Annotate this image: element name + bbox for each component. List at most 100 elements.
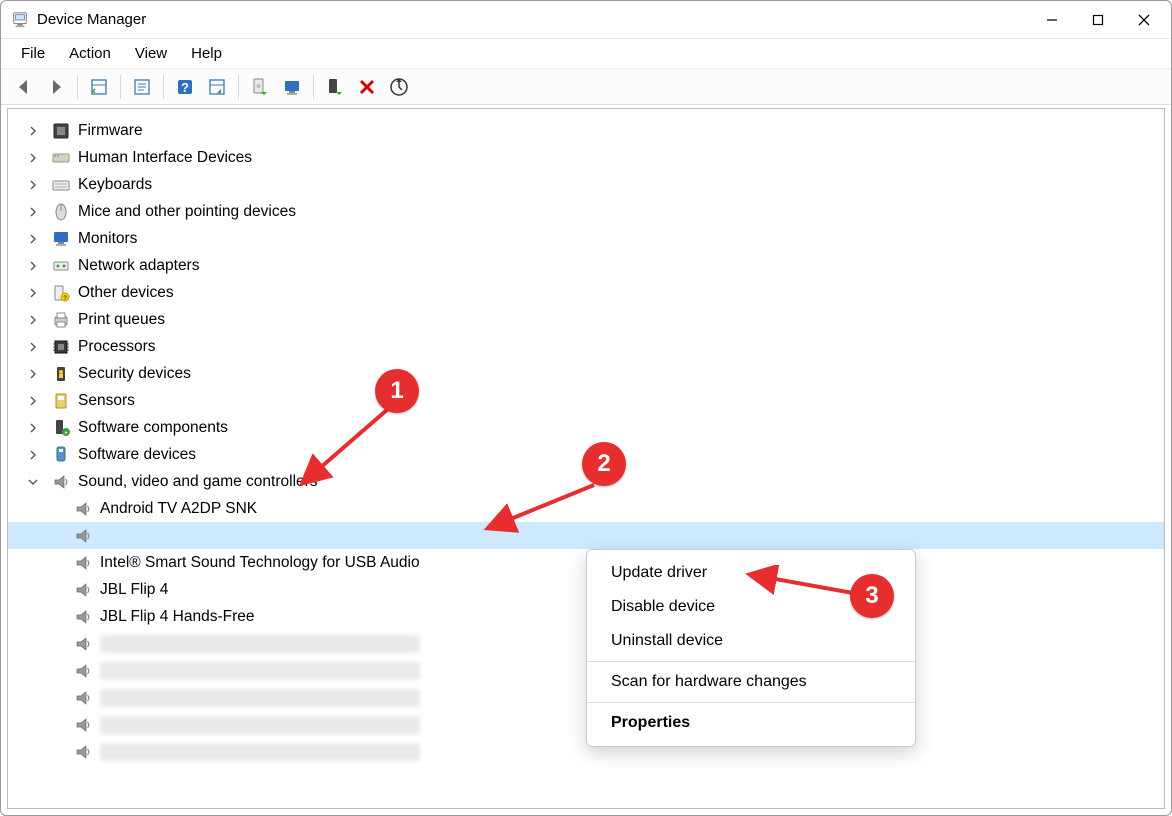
toolbar: ? [1,69,1171,105]
chevron-right-icon[interactable] [22,423,44,433]
context-menu-item[interactable]: Uninstall device [587,624,915,658]
chevron-right-icon[interactable] [22,261,44,271]
toolbar-back-button[interactable] [9,73,39,101]
keyboard-icon [50,174,72,196]
device-manager-window: Device Manager File Action View Help ? F… [0,0,1172,816]
device-category[interactable]: Firmware [8,117,1164,144]
toolbar-update-driver-button[interactable] [245,73,275,101]
speaker-icon [72,741,94,763]
menu-view[interactable]: View [125,41,177,66]
toolbar-help-button[interactable]: ? [170,73,200,101]
monitor-icon [50,228,72,250]
chevron-right-icon[interactable] [22,126,44,136]
printer-icon [50,309,72,331]
device-category[interactable]: + Software components [8,414,1164,441]
toolbar-disable-device-button[interactable] [352,73,382,101]
tree-item-label [100,716,420,734]
sensor-icon [50,390,72,412]
toolbar-refresh-button[interactable] [202,73,232,101]
security-icon [50,363,72,385]
annotation-badge-2: 2 [582,442,626,486]
device-category[interactable]: Network adapters [8,252,1164,279]
tree-item-label: Human Interface Devices [78,150,252,166]
chevron-right-icon[interactable] [22,369,44,379]
chevron-right-icon[interactable] [22,315,44,325]
toolbar-show-hidden-button[interactable] [84,73,114,101]
menu-file[interactable]: File [11,41,55,66]
svg-text:?: ? [181,80,189,95]
firmware-icon [50,120,72,142]
hid-icon [50,147,72,169]
device-category[interactable]: Keyboards [8,171,1164,198]
speaker-icon [50,471,72,493]
speaker-icon [72,552,94,574]
menu-action[interactable]: Action [59,41,121,66]
maximize-button[interactable] [1075,4,1121,36]
software-icon: + [50,417,72,439]
cpu-icon [50,336,72,358]
tree-item-label: Security devices [78,366,191,382]
speaker-icon [72,525,94,547]
device-item[interactable]: Android TV A2DP SNK [8,495,1164,522]
device-category[interactable]: ?Other devices [8,279,1164,306]
titlebar: Device Manager [1,1,1171,39]
chevron-right-icon[interactable] [22,288,44,298]
toolbar-uninstall-device-button[interactable] [277,73,307,101]
menubar: File Action View Help [1,39,1171,69]
device-category[interactable]: Monitors [8,225,1164,252]
speaker-icon [72,498,94,520]
tree-item-label [100,662,420,680]
tree-item-label: Network adapters [78,258,199,274]
tree-item-label: Firmware [78,123,143,139]
speaker-icon [72,606,94,628]
toolbar-scan-hardware-button[interactable] [384,73,414,101]
window-title: Device Manager [37,11,146,28]
chevron-right-icon[interactable] [22,396,44,406]
chevron-right-icon[interactable] [22,342,44,352]
toolbar-properties-button[interactable] [127,73,157,101]
tree-item-label: Intel® Smart Sound Technology for USB Au… [100,555,420,571]
menu-help[interactable]: Help [181,41,232,66]
tree-item-label: Mice and other pointing devices [78,204,296,220]
device-category[interactable]: Security devices [8,360,1164,387]
toolbar-separator [238,75,239,99]
device-item[interactable] [8,522,1164,549]
device-category[interactable]: Human Interface Devices [8,144,1164,171]
minimize-button[interactable] [1029,4,1075,36]
speaker-icon [72,660,94,682]
tree-item-label [100,635,420,653]
tree-item-label: Processors [78,339,156,355]
toolbar-separator [77,75,78,99]
close-button[interactable] [1121,4,1167,36]
context-menu-separator [587,661,915,662]
chevron-right-icon[interactable] [22,234,44,244]
chevron-right-icon[interactable] [22,180,44,190]
toolbar-enable-device-button[interactable] [320,73,350,101]
speaker-icon [72,579,94,601]
toolbar-separator [120,75,121,99]
chevron-right-icon[interactable] [22,153,44,163]
device-category[interactable]: Processors [8,333,1164,360]
device-category[interactable]: Mice and other pointing devices [8,198,1164,225]
toolbar-forward-button[interactable] [41,73,71,101]
tree-item-label: Keyboards [78,177,152,193]
device-category[interactable]: Print queues [8,306,1164,333]
chevron-right-icon[interactable] [22,450,44,460]
toolbar-separator [163,75,164,99]
tree-item-label [100,689,420,707]
network-icon [50,255,72,277]
device-category[interactable]: Sensors [8,387,1164,414]
tree-item-label: Print queues [78,312,165,328]
chevron-right-icon[interactable] [22,207,44,217]
context-menu-separator [587,702,915,703]
toolbar-separator [313,75,314,99]
tree-item-label: Software components [78,420,228,436]
mouse-icon [50,201,72,223]
tree-item-label: Other devices [78,285,174,301]
context-menu-item[interactable]: Scan for hardware changes [587,665,915,699]
context-menu-item[interactable]: Properties [587,706,915,740]
tree-item-label: Sound, video and game controllers [78,474,318,490]
svg-text:+: + [64,430,68,437]
chevron-down-icon[interactable] [22,477,44,487]
software_dev-icon [50,444,72,466]
